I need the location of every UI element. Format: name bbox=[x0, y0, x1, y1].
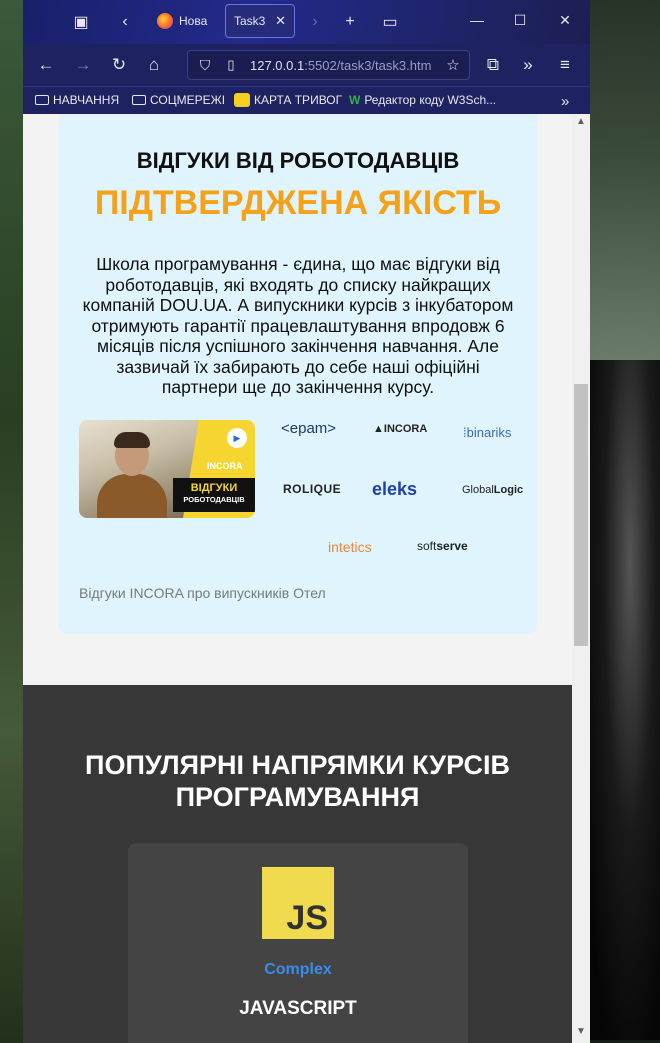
globallogic-logo: GlobalLogic bbox=[462, 484, 523, 496]
menu-icon[interactable]: ≡ bbox=[554, 54, 576, 76]
video-label-top: ВІДГУКИ bbox=[190, 482, 238, 494]
tab-task3[interactable]: Task3 ✕ bbox=[225, 4, 295, 38]
bookmark-label: Редактор коду W3Sch... bbox=[364, 93, 497, 107]
folder-icon bbox=[132, 95, 146, 105]
bookmark-karta-tryvog[interactable]: КАРТА ТРИВОГ bbox=[234, 93, 342, 107]
scrollbar[interactable]: ▲ ▼ bbox=[572, 114, 590, 1043]
extensions-icon[interactable]: ⧉ bbox=[482, 54, 504, 76]
incora-logo-text: INCORA bbox=[383, 423, 428, 435]
video-label-bottom: РОБОТОДАВЦІВ bbox=[183, 495, 245, 504]
reload-icon[interactable]: ↻ bbox=[108, 54, 130, 76]
video-caption: Відгуки INCORA про випускників Отел bbox=[79, 585, 326, 601]
incora-logo: ▲INCORA bbox=[373, 423, 428, 435]
back-icon[interactable]: ← bbox=[35, 54, 57, 76]
softserve-logo-part: soft bbox=[417, 539, 437, 553]
bookmark-w3schools[interactable]: W Редактор коду W3Sch... bbox=[349, 93, 496, 107]
overflow-chevron-icon[interactable]: » bbox=[517, 54, 539, 76]
close-window-icon[interactable]: ✕ bbox=[555, 12, 575, 29]
bookmark-label: КАРТА ТРИВОГ bbox=[254, 93, 343, 107]
url-path: :5502/task3/task3.htm bbox=[304, 58, 432, 73]
chevron-right-icon[interactable]: › bbox=[305, 12, 325, 32]
home-icon[interactable]: ⌂ bbox=[143, 54, 165, 76]
bookmark-label: НАВЧАННЯ bbox=[53, 93, 120, 107]
globallogic-logo-part: Global bbox=[462, 484, 494, 496]
browser-window: ▣ ‹ Нова Task3 ✕ › + ▭ — ☐ ✕ ← → ↻ ⌂ ⛉ ▯… bbox=[23, 0, 590, 1043]
tab-label: Task3 bbox=[234, 14, 266, 28]
courses-title: ПОПУЛЯРНІ НАПРЯМКИ КУРСІВ ПРОГРАМУВАННЯ bbox=[23, 749, 572, 813]
forward-icon[interactable]: → bbox=[72, 54, 94, 76]
page-icon[interactable]: ▯ bbox=[220, 54, 242, 76]
window-icon[interactable]: ▭ bbox=[380, 12, 400, 32]
tab-list-icon[interactable]: ▣ bbox=[71, 12, 91, 32]
softserve-logo: softserve bbox=[417, 539, 468, 553]
firefox-icon bbox=[157, 13, 173, 29]
course-card-javascript[interactable]: JS Complex JAVASCRIPT bbox=[128, 843, 468, 1043]
reviews-section: ВІДГУКИ ВІД РОБОТОДАВЦІВ ПІДТВЕРДЖЕНА ЯК… bbox=[59, 114, 537, 634]
reviews-description: Школа програмування - єдина, що має відг… bbox=[82, 254, 514, 397]
bookmarks-overflow-icon[interactable]: » bbox=[561, 93, 569, 110]
page-content: ВІДГУКИ ВІД РОБОТОДАВЦІВ ПІДТВЕРДЖЕНА ЯК… bbox=[23, 114, 572, 1043]
scroll-up-icon[interactable]: ▲ bbox=[576, 116, 586, 127]
bookmarks-bar: НАВЧАННЯ СОЦМЕРЕЖІ КАРТА ТРИВОГ W Редакт… bbox=[23, 86, 590, 115]
desktop-wallpaper-right bbox=[585, 360, 660, 1040]
rolique-logo: ROLIQUE bbox=[283, 482, 342, 496]
folder-icon bbox=[35, 95, 49, 105]
course-name: JAVASCRIPT bbox=[239, 998, 357, 1019]
reviews-title: ВІДГУКИ ВІД РОБОТОДАВЦІВ bbox=[136, 148, 460, 173]
minimize-icon[interactable]: — bbox=[467, 12, 487, 28]
video-brand: INCORA bbox=[207, 461, 243, 471]
tab-bar: ▣ ‹ Нова Task3 ✕ › + ▭ — ☐ ✕ bbox=[23, 0, 590, 44]
close-icon[interactable]: ✕ bbox=[275, 13, 286, 29]
scroll-down-icon[interactable]: ▼ bbox=[576, 1026, 586, 1037]
courses-title-line1: ПОПУЛЯРНІ НАПРЯМКИ КУРСІВ bbox=[85, 750, 510, 780]
binariks-logo: ⁞binariks bbox=[463, 425, 512, 440]
chevron-left-icon[interactable]: ‹ bbox=[115, 12, 135, 32]
bookmark-navchannia[interactable]: НАВЧАННЯ bbox=[35, 93, 119, 107]
tab-label: Нова bbox=[179, 14, 208, 28]
star-icon[interactable]: ☆ bbox=[442, 54, 464, 76]
scrollbar-thumb[interactable] bbox=[574, 384, 588, 646]
intetics-logo: intetics bbox=[328, 539, 372, 555]
course-level[interactable]: Complex bbox=[128, 961, 468, 979]
play-icon[interactable]: ▶ bbox=[227, 428, 247, 448]
globallogic-logo-bold: Logic bbox=[493, 484, 524, 496]
navigation-bar: ← → ↻ ⌂ ⛉ ▯ 127.0.0.1:5502/task3/task3.h… bbox=[23, 44, 590, 86]
w3schools-icon: W bbox=[349, 93, 361, 107]
url-host: 127.0.0.1 bbox=[250, 58, 305, 73]
person-image bbox=[97, 432, 167, 518]
bookmark-socmerezhi[interactable]: СОЦМЕРЕЖІ bbox=[132, 93, 225, 107]
bookmark-label: СОЦМЕРЕЖІ bbox=[150, 93, 226, 107]
incora-video-thumbnail[interactable]: ▶ INCORA ВІДГУКИ РОБОТОДАВЦІВ bbox=[79, 420, 255, 518]
url-bar[interactable]: ⛉ ▯ 127.0.0.1:5502/task3/task3.htm ☆ bbox=[187, 50, 470, 80]
binariks-logo-text: binariks bbox=[466, 425, 512, 440]
video-label: ВІДГУКИ РОБОТОДАВЦІВ bbox=[173, 478, 255, 512]
shield-icon[interactable]: ⛉ bbox=[194, 54, 216, 76]
softserve-logo-bold: serve bbox=[436, 539, 468, 553]
javascript-logo-text: JS bbox=[286, 899, 328, 937]
map-icon bbox=[234, 93, 250, 107]
epam-logo: <epam> bbox=[281, 420, 337, 437]
new-tab-icon[interactable]: + bbox=[340, 12, 360, 32]
courses-section: ПОПУЛЯРНІ НАПРЯМКИ КУРСІВ ПРОГРАМУВАННЯ … bbox=[23, 685, 572, 1043]
tab-new[interactable]: Нова bbox=[151, 4, 223, 38]
desktop-wallpaper-left bbox=[0, 0, 24, 1043]
courses-title-line2: ПРОГРАМУВАННЯ bbox=[175, 782, 420, 812]
maximize-icon[interactable]: ☐ bbox=[510, 12, 530, 29]
reviews-subtitle: ПІДТВЕРДЖЕНА ЯКІСТЬ bbox=[94, 184, 502, 222]
javascript-icon: JS bbox=[262, 867, 334, 939]
url-text[interactable]: 127.0.0.1:5502/task3/task3.htm bbox=[250, 58, 440, 73]
eleks-logo: eleks bbox=[372, 479, 418, 499]
